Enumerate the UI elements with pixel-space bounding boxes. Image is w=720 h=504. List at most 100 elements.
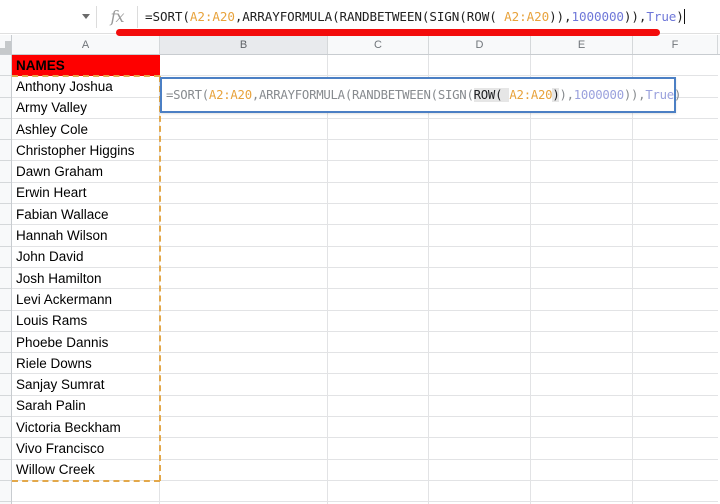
grid-cell[interactable] [429,459,531,481]
cell-a13-name[interactable]: Louis Rams [12,310,160,332]
grid-cell[interactable] [633,417,718,439]
grid-cell[interactable] [12,480,160,503]
grid-cell[interactable] [531,182,633,205]
grid-cell[interactable] [429,289,531,311]
grid-cell[interactable] [328,246,429,268]
grid-cell[interactable] [531,395,633,418]
grid-cell[interactable] [531,267,633,290]
row-header[interactable] [0,161,11,183]
grid-cell[interactable] [160,267,328,290]
grid-cell[interactable] [160,480,328,503]
grid-cell[interactable] [160,331,328,354]
cell-a2-name[interactable]: Anthony Joshua [12,76,160,98]
grid-cell[interactable] [429,395,531,418]
grid-cell[interactable] [328,55,429,77]
grid-cell[interactable] [160,374,328,396]
row-header[interactable] [0,140,11,162]
row-header[interactable] [0,353,11,375]
grid-cell[interactable] [429,331,531,354]
row-header[interactable] [0,395,11,418]
cell-a8-name[interactable]: Fabian Wallace [12,204,160,226]
grid-cell[interactable] [429,438,531,460]
grid-cell[interactable] [429,140,531,162]
grid-cell[interactable] [429,182,531,205]
grid-cell[interactable] [328,459,429,481]
column-header-e[interactable]: E [531,35,633,54]
grid-cell[interactable] [633,140,718,162]
grid-cell[interactable] [328,480,429,503]
grid-cell[interactable] [328,204,429,226]
grid-cell[interactable] [328,353,429,375]
cell-a11-name[interactable]: Josh Hamilton [12,267,160,290]
grid-cell[interactable] [531,289,633,311]
cell-a19-name[interactable]: Vivo Francisco [12,438,160,460]
column-header-d[interactable]: D [429,35,531,54]
grid-cell[interactable] [531,438,633,460]
row-header[interactable] [0,374,11,396]
grid-cell[interactable] [633,55,718,77]
cell-editor-b2[interactable]: =SORT(A2:A20,ARRAYFORMULA(RANDBETWEEN(SI… [160,77,681,113]
grid-cell[interactable] [633,204,718,226]
cell-a3-name[interactable]: Army Valley [12,97,160,119]
grid-cell[interactable] [531,118,633,141]
row-header[interactable] [0,182,11,205]
cell-a5-name[interactable]: Christopher Higgins [12,140,160,162]
column-header-f[interactable]: F [633,35,718,54]
grid-cell[interactable] [429,374,531,396]
column-header-c[interactable]: C [328,35,429,54]
row-header[interactable] [0,289,11,311]
grid-cell[interactable] [429,480,531,503]
cell-a17-name[interactable]: Sarah Palin [12,395,160,418]
cell-a12-name[interactable]: Levi Ackermann [12,289,160,311]
grid-cell[interactable] [160,459,328,481]
grid-cell[interactable] [531,225,633,247]
cell-a10-name[interactable]: John David [12,246,160,268]
grid-cell[interactable] [429,353,531,375]
grid-cell[interactable] [160,161,328,183]
row-header[interactable] [0,459,11,481]
grid-cell[interactable] [328,289,429,311]
row-header[interactable] [0,267,11,290]
grid-cell[interactable] [531,459,633,481]
grid-cell[interactable] [429,161,531,183]
grid-cell[interactable] [633,480,718,503]
grid-cell[interactable] [160,289,328,311]
grid-cell[interactable] [328,331,429,354]
row-header[interactable] [0,246,11,268]
cell-a4-name[interactable]: Ashley Cole [12,118,160,141]
grid-cell[interactable] [531,140,633,162]
grid-cell[interactable] [160,246,328,268]
cell-a18-name[interactable]: Victoria Beckham [12,417,160,439]
grid-cell[interactable] [328,161,429,183]
row-header[interactable] [0,204,11,226]
grid-cell[interactable] [328,140,429,162]
grid-cell[interactable] [429,225,531,247]
grid-cell[interactable] [633,353,718,375]
grid-cell[interactable] [633,289,718,311]
grid-cell[interactable] [328,310,429,332]
grid-cell[interactable] [429,246,531,268]
grid-cell[interactable] [160,204,328,226]
cell-a14-name[interactable]: Phoebe Dannis [12,331,160,354]
grid-cell[interactable] [160,140,328,162]
grid-cell[interactable] [429,267,531,290]
grid-cell[interactable] [633,331,718,354]
grid-cell[interactable] [531,204,633,226]
grid-cell[interactable] [160,310,328,332]
grid-cell[interactable] [429,310,531,332]
grid-cell[interactable] [531,246,633,268]
row-header[interactable] [0,55,11,77]
column-header-b[interactable]: B [160,35,328,54]
grid-cell[interactable] [531,353,633,375]
row-header[interactable] [0,417,11,439]
grid-cell[interactable] [531,310,633,332]
grid-cell[interactable] [328,118,429,141]
grid-cell[interactable] [328,438,429,460]
grid-cell[interactable] [633,182,718,205]
grid-cell[interactable] [328,395,429,418]
grid-cell[interactable] [633,374,718,396]
grid-cell[interactable] [328,267,429,290]
grid-cell[interactable] [160,225,328,247]
cell-a1-names-header[interactable]: NAMES [12,55,160,77]
cell-a7-name[interactable]: Erwin Heart [12,182,160,205]
